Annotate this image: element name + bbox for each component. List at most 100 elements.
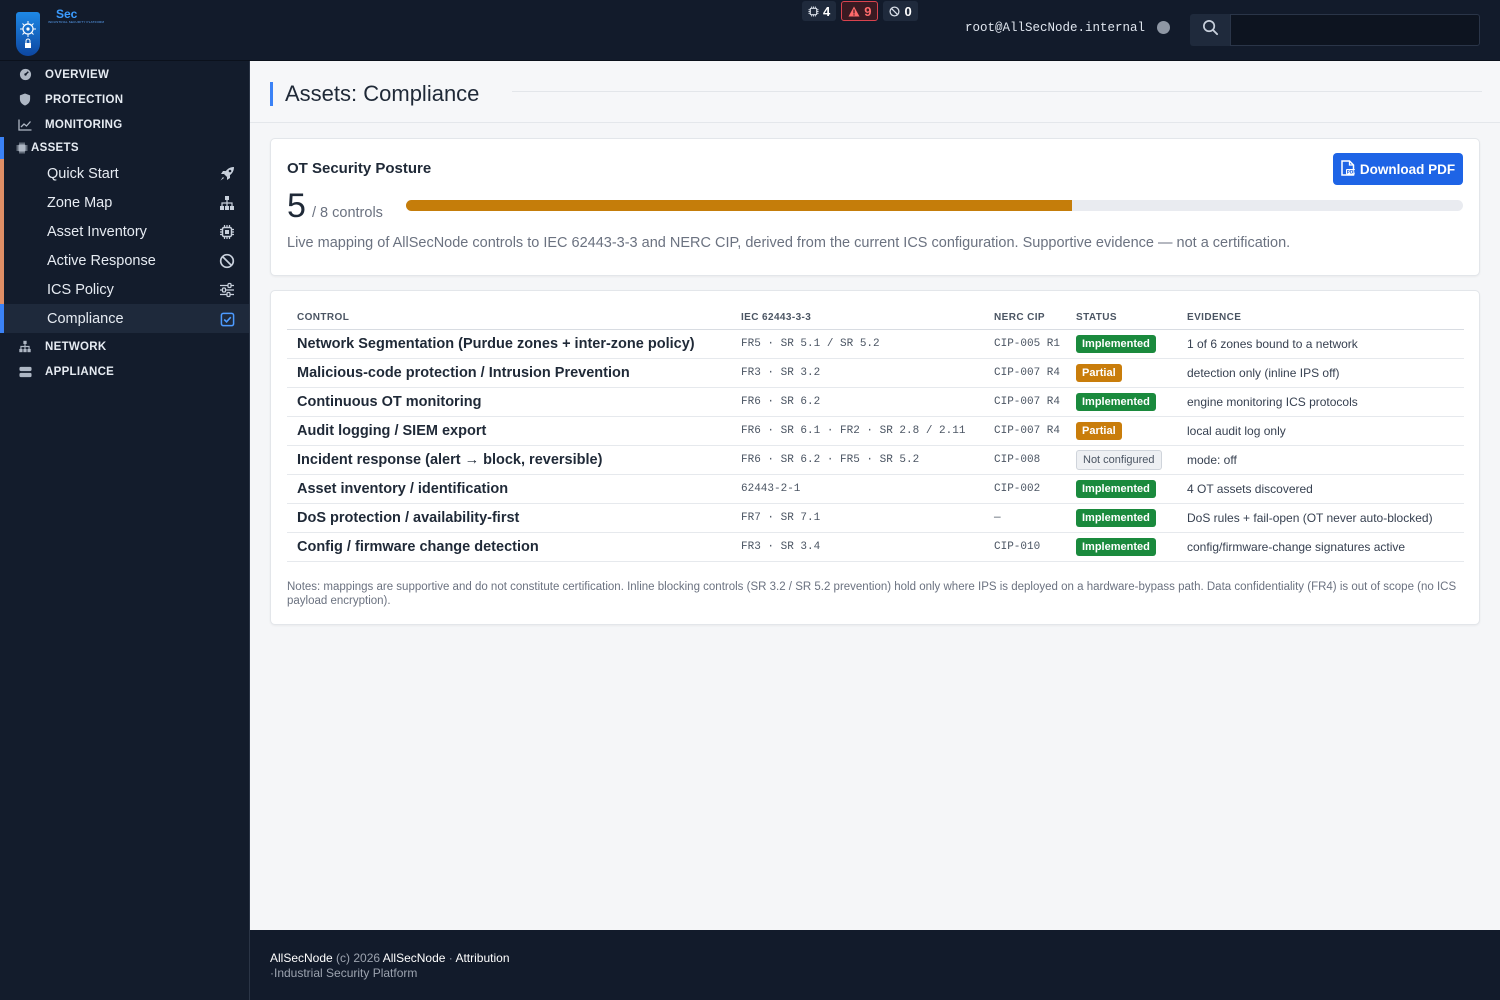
sidebar-item-label: ICS Policy (47, 281, 114, 298)
shield-icon (18, 93, 32, 107)
footer: AllSecNode (c) 2026 AllSecNode · Attribu… (250, 930, 1500, 1000)
column-header-status: STATUS (1066, 307, 1177, 330)
sitemap-icon (219, 195, 235, 211)
evidence: local audit log only (1177, 416, 1464, 446)
nav-appliance-label: APPLIANCE (45, 365, 115, 378)
nav-appliance[interactable]: APPLIANCE (0, 359, 249, 384)
sidebar-item-label: Asset Inventory (47, 223, 147, 240)
status-badge: Implemented (1076, 335, 1156, 353)
status-badge: Partial (1076, 422, 1122, 440)
iec-mapping: FR6 · SR 6.2 (731, 387, 984, 417)
status-cell: Not configured (1066, 445, 1177, 475)
server-icon (18, 365, 32, 379)
posture-score: 5 (287, 187, 306, 225)
security-posture-card: OT Security Posture 5 / 8 controls Live … (270, 138, 1480, 276)
status-badge: Partial (1076, 364, 1122, 382)
nav-monitoring-label: MONITORING (45, 118, 123, 131)
nerc-mapping: CIP-007 R4 (984, 387, 1066, 417)
nav-monitoring[interactable]: MONITORING (0, 112, 249, 137)
nav-protection[interactable]: PROTECTION (0, 87, 249, 112)
status-cell: Implemented (1066, 532, 1177, 562)
control-name: Audit logging / SIEM export (287, 416, 731, 446)
evidence: detection only (inline IPS off) (1177, 358, 1464, 388)
footer-copyright-year: (c) 2026 (336, 951, 381, 965)
search-input[interactable] (1230, 14, 1480, 46)
compliance-table-body: Network Segmentation (Purdue zones + int… (287, 329, 1464, 562)
footer-owner-link[interactable]: AllSecNode (383, 951, 446, 965)
compliance-notes: Notes: mappings are supportive and do no… (287, 581, 1457, 607)
sidebar-item-asset-inventory[interactable]: Asset Inventory (4, 217, 249, 246)
alert-count: 9 (864, 3, 872, 19)
asset-count: 4 (823, 3, 831, 19)
sidebar-item-quick-start[interactable]: Quick Start (4, 159, 249, 188)
download-pdf-button[interactable]: PDF Download PDF (1333, 153, 1463, 185)
rocket-icon (219, 166, 235, 182)
iec-mapping: FR6 · SR 6.1 · FR2 · SR 2.8 / 2.11 (731, 416, 984, 446)
nav-network-label: NETWORK (45, 340, 107, 353)
asset-count-badge[interactable]: 4 (802, 1, 837, 21)
sidebar-item-compliance[interactable]: Compliance (0, 304, 249, 333)
column-header-iec: IEC 62443-3-3 (731, 307, 984, 330)
nav-assets[interactable]: ASSETS (0, 137, 249, 159)
sidebar-item-label: Quick Start (47, 165, 119, 182)
compliance-table-card: CONTROL IEC 62443-3-3 NERC CIP STATUS EV… (270, 290, 1480, 625)
sidebar: OVERVIEW PROTECTION MONITORING ASSETS Qu… (0, 61, 250, 1000)
footer-attribution-link[interactable]: Attribution (455, 951, 509, 965)
blocked-count-badge[interactable]: 0 (883, 1, 918, 21)
status-cell: Implemented (1066, 474, 1177, 504)
table-row: Network Segmentation (Purdue zones + int… (287, 329, 1464, 359)
logo[interactable]: Sec INDUSTRIAL SECURITY PLATFORM (14, 6, 114, 56)
status-badge: Implemented (1076, 480, 1156, 498)
nerc-mapping: CIP-002 (984, 474, 1066, 504)
chip-icon (219, 224, 235, 240)
control-name: Network Segmentation (Purdue zones + int… (287, 329, 731, 359)
nav-network[interactable]: NETWORK (0, 334, 249, 359)
nav-overview[interactable]: OVERVIEW (0, 62, 249, 87)
iec-mapping: 62443-2-1 (731, 474, 984, 504)
nerc-mapping: CIP-010 (984, 532, 1066, 562)
user-account[interactable]: root@AllSecNode.internal (965, 21, 1145, 35)
footer-tagline: ·Industrial Security Platform (270, 966, 418, 980)
nav-overview-label: OVERVIEW (45, 68, 110, 81)
posture-description: Live mapping of AllSecNode controls to I… (287, 235, 1291, 251)
table-row: Asset inventory / identification 62443-2-… (287, 474, 1464, 504)
page-header: Assets: Compliance (250, 61, 1500, 123)
sidebar-item-active-response[interactable]: Active Response (4, 246, 249, 275)
checkbox-icon (219, 311, 235, 327)
sidebar-item-zone-map[interactable]: Zone Map (4, 188, 249, 217)
alert-count-badge[interactable]: 9 (841, 1, 879, 21)
status-cell: Partial (1066, 358, 1177, 388)
table-row: DoS protection / availability-first FR7 ·… (287, 503, 1464, 533)
download-pdf-label: Download PDF (1359, 161, 1456, 177)
dashboard-icon (18, 68, 32, 82)
sidebar-item-label: Compliance (47, 310, 124, 327)
evidence: 1 of 6 zones bound to a network (1177, 329, 1464, 359)
sidebar-item-ics-policy[interactable]: ICS Policy (4, 275, 249, 304)
evidence: config/firmware-change signatures active (1177, 532, 1464, 562)
nav-assets-label: ASSETS (31, 142, 79, 154)
control-name: Continuous OT monitoring (287, 387, 731, 417)
nav-protection-label: PROTECTION (45, 93, 124, 106)
iec-mapping: FR7 · SR 7.1 (731, 503, 984, 533)
table-row: Config / firmware change detection FR3 · … (287, 532, 1464, 562)
chip-icon (15, 141, 29, 155)
column-header-nerc: NERC CIP (984, 307, 1066, 330)
connection-status-indicator (1157, 21, 1170, 34)
search-icon (1202, 19, 1219, 41)
table-header-row: CONTROL IEC 62443-3-3 NERC CIP STATUS EV… (287, 307, 1464, 330)
chip-icon (808, 5, 819, 17)
file-pdf-icon: PDF (1341, 159, 1356, 179)
table-row: Malicious-code protection / Intrusion Pr… (287, 358, 1464, 388)
evidence: DoS rules + fail-open (OT never auto-blo… (1177, 503, 1464, 533)
iec-mapping: FR3 · SR 3.4 (731, 532, 984, 562)
blocked-count: 0 (904, 3, 912, 19)
status-cell: Implemented (1066, 387, 1177, 417)
brand-name: Sec (56, 7, 78, 21)
control-name: Incident response (alert → block, revers… (287, 445, 731, 475)
search-button[interactable] (1190, 14, 1230, 46)
card-title: OT Security Posture (287, 160, 432, 177)
footer-brand: AllSecNode (270, 951, 333, 965)
svg-text:PDF: PDF (1347, 169, 1355, 174)
posture-total: / 8 controls (312, 205, 383, 221)
sidebar-item-label: Active Response (47, 252, 156, 269)
